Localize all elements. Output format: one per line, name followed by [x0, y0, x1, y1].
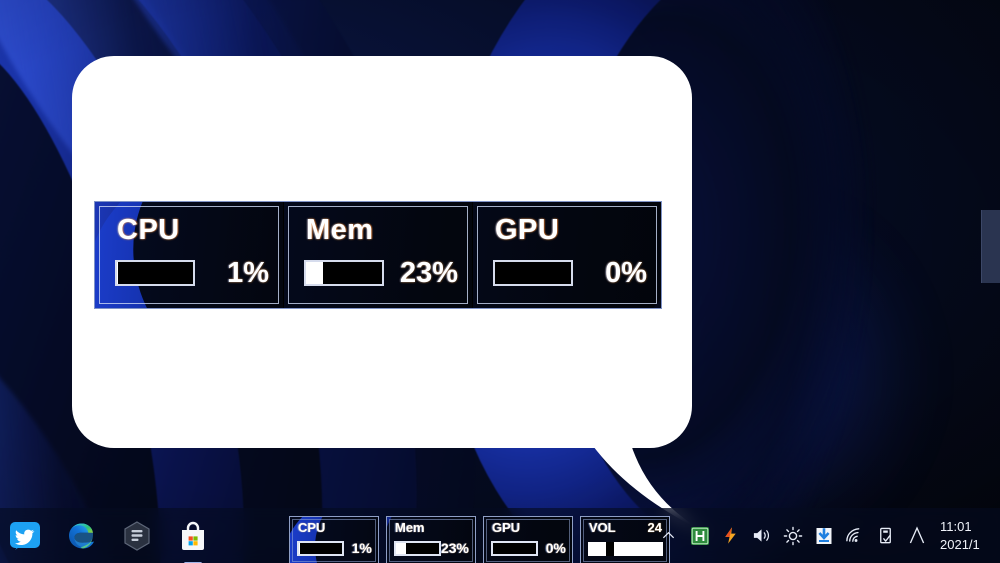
taskbar: CPU 1% Mem 23% GPU 0% VOL 24 11:01 2021/…: [0, 508, 1000, 563]
chevron-up-icon: [662, 531, 675, 539]
letter-a-icon: [909, 526, 924, 544]
monitor-value-mem: 23%: [399, 257, 458, 289]
taskbar-monitor-widgets: CPU 1% Mem 23% GPU 0% VOL 24: [289, 516, 670, 563]
taskbar-monitor-label-gpu: GPU: [492, 520, 521, 535]
system-monitor-tooltip: CPU 1% Mem 23% GPU 0%: [72, 56, 724, 542]
desktop-root: CPU 1% Mem 23% GPU 0% CPU 1% Mem 23% GPU…: [0, 0, 1000, 563]
taskbar-monitor-label-mem: Mem: [395, 520, 425, 535]
taskbar-monitor-cpu[interactable]: CPU 1%: [289, 516, 379, 563]
monitor-bar-gpu: [493, 260, 573, 286]
tooltip-body: CPU 1% Mem 23% GPU 0%: [72, 56, 692, 448]
show-hidden-icons-button[interactable]: [653, 508, 684, 563]
taskbar-monitor-mem[interactable]: Mem 23%: [386, 516, 476, 563]
download-icon: [816, 527, 831, 544]
monitor-bar-mem: [304, 260, 384, 286]
monitor-bar-cpu: [115, 260, 195, 286]
taskbar-monitor-bar-gpu: [491, 541, 538, 556]
taskbar-monitor-label-volume: VOL: [589, 520, 616, 535]
monitor-cell-gpu[interactable]: GPU 0%: [473, 202, 661, 308]
tray-icon-brightness[interactable]: [777, 508, 808, 563]
monitor-bar-fill-cpu: [117, 262, 118, 284]
taskbar-monitor-value-cpu: 1%: [351, 540, 372, 556]
taskbar-monitor-bar-fill-mem: [396, 543, 406, 554]
sun-icon: [783, 526, 802, 545]
h-badge-icon: [690, 526, 709, 545]
taskbar-app-hex[interactable]: [120, 519, 154, 553]
taskbar-app-twitter[interactable]: [8, 519, 42, 553]
monitor-label-gpu: GPU: [495, 214, 560, 246]
monitor-value-cpu: 1%: [227, 257, 269, 289]
monitor-bar-fill-mem: [306, 262, 324, 284]
system-tray: 11:01 2021/1: [653, 508, 994, 563]
taskbar-pinned-apps: [0, 508, 210, 563]
clock-date: 2021/1: [940, 536, 980, 552]
taskbar-monitor-value-gpu: 0%: [545, 540, 566, 556]
right-edge-panel[interactable]: [981, 210, 1000, 283]
taskbar-monitor-bar-mem: [394, 541, 441, 556]
lightning-icon: [725, 527, 736, 544]
tray-icon-safely-remove-hardware[interactable]: [870, 508, 901, 563]
clock-time: 11:01: [940, 518, 972, 534]
taskbar-monitor-value-mem: 23%: [440, 540, 469, 556]
monitor-cell-mem[interactable]: Mem 23%: [284, 202, 473, 308]
taskbar-monitor-gpu[interactable]: GPU 0%: [483, 516, 573, 563]
tray-icon-network[interactable]: [839, 508, 870, 563]
taskbar-monitor-bar-cpu: [297, 541, 344, 556]
volume-bar-filled: [588, 542, 606, 556]
volume-bar-gap: [606, 542, 614, 556]
tray-icon-hwinfo[interactable]: [684, 508, 715, 563]
taskbar-monitor-label-cpu: CPU: [298, 520, 326, 535]
monitor-widget-row: CPU 1% Mem 23% GPU 0%: [94, 201, 662, 309]
tray-icon-volume[interactable]: [746, 508, 777, 563]
tray-icon-download[interactable]: [808, 508, 839, 563]
wifi-icon: [846, 528, 860, 542]
speaker-icon: [753, 529, 769, 542]
monitor-label-mem: Mem: [306, 214, 374, 246]
taskbar-clock[interactable]: 11:01 2021/1: [932, 508, 994, 563]
monitor-cell-cpu[interactable]: CPU 1%: [95, 202, 284, 308]
monitor-label-cpu: CPU: [117, 214, 180, 246]
monitor-value-gpu: 0%: [605, 257, 647, 289]
taskbar-app-edge[interactable]: [64, 519, 98, 553]
taskbar-app-store[interactable]: [176, 519, 210, 563]
tray-icon-input-method[interactable]: [901, 508, 932, 563]
taskbar-volume-bar: [588, 542, 663, 556]
usb-icon: [880, 527, 891, 543]
tray-icon-lightning[interactable]: [715, 508, 746, 563]
